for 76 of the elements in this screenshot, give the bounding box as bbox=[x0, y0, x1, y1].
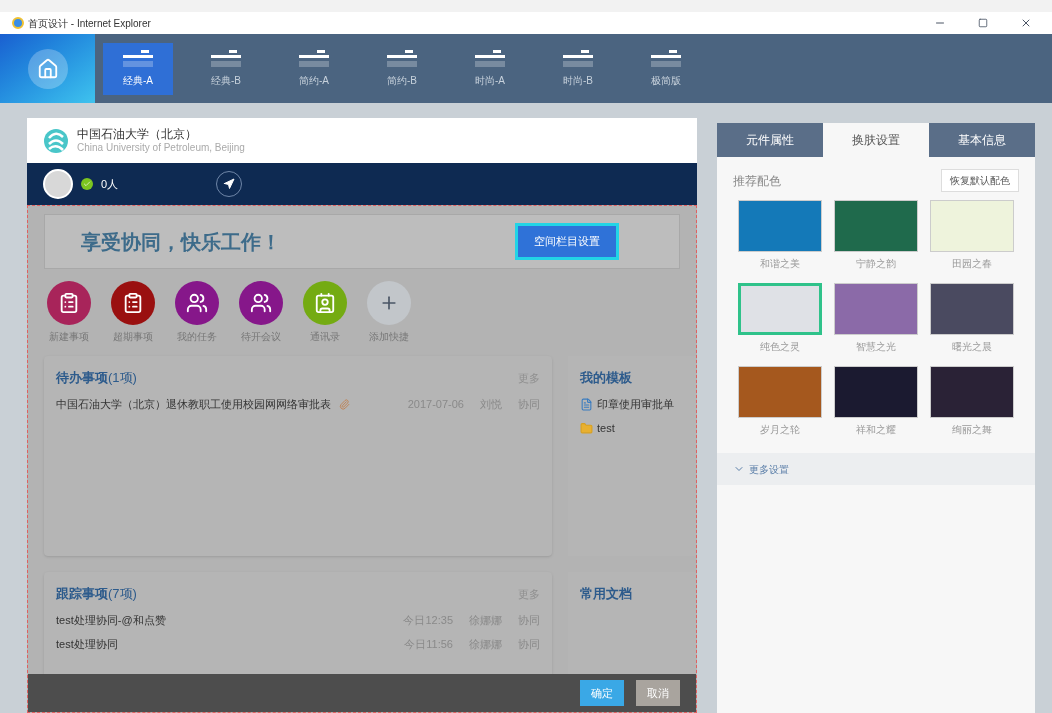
skin-swatch[interactable] bbox=[834, 283, 918, 335]
layout-option[interactable]: 经典-B bbox=[191, 42, 261, 95]
people-icon bbox=[186, 292, 208, 314]
skin-label: 和谐之美 bbox=[759, 257, 800, 271]
template-item[interactable]: test bbox=[597, 419, 615, 437]
layout-icon bbox=[649, 49, 683, 69]
close-icon[interactable] bbox=[1020, 17, 1032, 29]
skin-label: 智慧之光 bbox=[856, 340, 896, 354]
layout-icon bbox=[561, 49, 595, 69]
panel-title: 常用文档 bbox=[580, 585, 632, 604]
window-title: 首页设计 - Internet Explorer bbox=[28, 16, 151, 31]
panel-title: 待办事项(1项) bbox=[56, 369, 137, 388]
layout-option[interactable]: 时尚-B bbox=[543, 42, 613, 95]
skin-swatch[interactable] bbox=[930, 366, 1015, 418]
shortcut-button[interactable] bbox=[47, 281, 91, 325]
layout-option[interactable]: 极简版 bbox=[631, 42, 701, 95]
panel-title: 跟踪事项(7项) bbox=[56, 585, 137, 604]
skin-label: 曙光之晨 bbox=[952, 340, 993, 354]
skin-swatch[interactable] bbox=[930, 200, 1015, 252]
layout-option[interactable]: 简约-B bbox=[367, 42, 437, 95]
template-item[interactable]: 印章使用审批单 bbox=[597, 395, 674, 413]
form-icon bbox=[580, 397, 593, 411]
layout-option[interactable]: 时尚-A bbox=[455, 42, 525, 95]
list-item-title[interactable]: test处理协同 bbox=[56, 635, 118, 653]
navigation-arrow-icon bbox=[223, 178, 236, 190]
skin-label: 绚丽之舞 bbox=[952, 423, 993, 437]
home-icon bbox=[36, 57, 59, 80]
university-logo-icon bbox=[43, 127, 69, 154]
document-list-icon bbox=[58, 292, 80, 314]
space-settings-button[interactable]: 空间栏目设置 bbox=[515, 223, 619, 260]
maximize-icon[interactable] bbox=[978, 18, 988, 28]
skin-label: 田园之春 bbox=[952, 257, 993, 271]
skin-label: 岁月之轮 bbox=[759, 423, 800, 437]
online-count: 0人 bbox=[101, 176, 119, 192]
layout-option[interactable]: 经典-A bbox=[103, 42, 173, 95]
layout-option[interactable]: 简约-A bbox=[279, 42, 349, 95]
online-status-icon bbox=[81, 178, 93, 190]
skin-label: 纯色之灵 bbox=[759, 340, 800, 354]
skin-swatch[interactable] bbox=[834, 200, 918, 252]
panel-tab[interactable]: 基本信息 bbox=[929, 123, 1035, 157]
org-name-english: China University of Petroleum, Beijing bbox=[77, 141, 245, 155]
more-settings-row[interactable]: 更多设置 bbox=[717, 453, 1035, 485]
panel-title: 我的模板 bbox=[580, 369, 632, 388]
skin-swatch[interactable] bbox=[737, 366, 822, 418]
folder-icon bbox=[580, 421, 593, 435]
section-title: 推荐配色 bbox=[733, 172, 781, 190]
shortcut-button[interactable] bbox=[175, 281, 219, 325]
avatar[interactable] bbox=[43, 169, 73, 199]
skin-swatch[interactable] bbox=[930, 283, 1015, 335]
browser-logo-icon bbox=[12, 17, 24, 29]
skin-swatch[interactable] bbox=[737, 200, 822, 252]
layout-icon bbox=[209, 49, 243, 69]
skin-swatch[interactable] bbox=[834, 366, 918, 418]
home-tile[interactable] bbox=[0, 34, 95, 103]
skin-swatch[interactable] bbox=[737, 283, 822, 335]
layout-icon bbox=[297, 49, 331, 69]
org-name: 中国石油大学（北京） bbox=[77, 126, 198, 142]
shortcut-button[interactable] bbox=[111, 281, 155, 325]
layout-icon bbox=[473, 49, 507, 69]
reset-colors-button[interactable]: 恢复默认配色 bbox=[941, 169, 1019, 192]
layout-icon bbox=[121, 49, 155, 69]
panel-tab[interactable]: 元件属性 bbox=[717, 123, 823, 157]
slogan: 享受协同，快乐工作！ bbox=[81, 229, 281, 255]
layout-icon bbox=[385, 49, 419, 69]
confirm-button[interactable]: 确定 bbox=[580, 680, 624, 706]
people-icon bbox=[250, 292, 272, 314]
contact-card-icon bbox=[314, 292, 336, 314]
skin-label: 宁静之韵 bbox=[856, 257, 896, 271]
document-list-icon bbox=[122, 292, 144, 314]
shortcut-button[interactable] bbox=[239, 281, 283, 325]
list-item-title[interactable]: test处理协同-@和点赞 bbox=[56, 611, 166, 629]
more-settings-label: 更多设置 bbox=[749, 462, 789, 477]
attachment-icon bbox=[339, 398, 350, 410]
list-item-title[interactable]: 中国石油大学（北京）退休教职工使用校园网网络审批表 bbox=[56, 395, 331, 413]
cancel-button[interactable]: 取消 bbox=[636, 680, 680, 706]
skin-label: 祥和之耀 bbox=[856, 423, 896, 437]
